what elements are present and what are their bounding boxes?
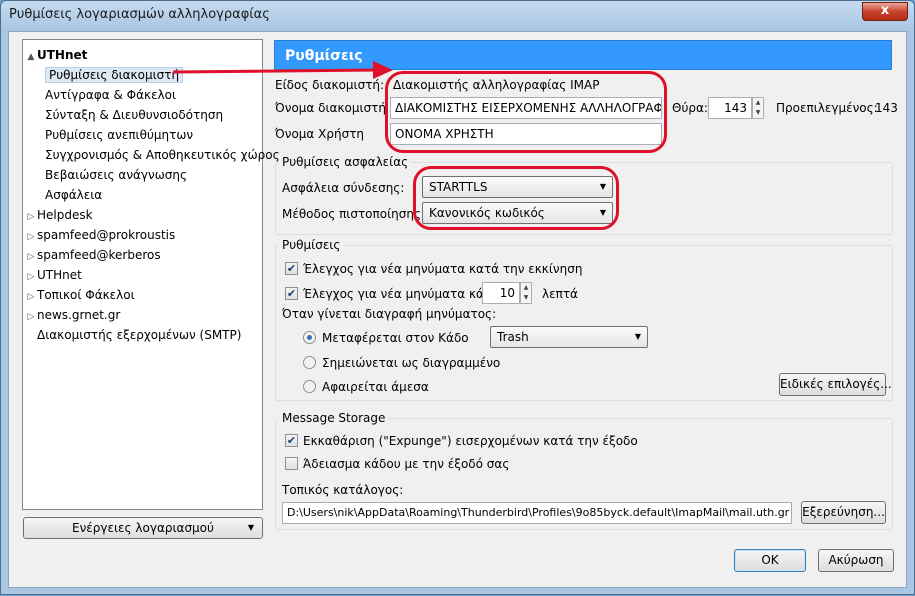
- local-directory-field[interactable]: D:\Users\nik\AppData\Roaming\Thunderbird…: [282, 502, 792, 524]
- tree-item[interactable]: Ασφάλεια: [45, 185, 102, 205]
- expand-icon[interactable]: ▷: [25, 307, 37, 327]
- mark-deleted-radio[interactable]: [303, 356, 316, 369]
- minutes-field[interactable]: 10: [482, 282, 520, 304]
- tree-item[interactable]: Διακομιστής εξερχομένων (SMTP): [25, 325, 241, 345]
- cancel-button[interactable]: Ακύρωση: [818, 549, 894, 572]
- account-actions-button[interactable]: Ενέργειες λογαριασμού ▼: [23, 517, 263, 539]
- tree-item[interactable]: ▲ UTHnet: [25, 45, 88, 67]
- window-title: Ρυθμίσεις λογαριασμών αλληλογραφίας: [9, 7, 270, 22]
- expand-icon[interactable]: ▷: [25, 227, 37, 247]
- username-label: Όνομα Χρήστη: [275, 127, 365, 141]
- tree-item[interactable]: Ρυθμίσεις ανεπιθύμητων: [45, 125, 193, 145]
- move-trash-radio[interactable]: [303, 331, 316, 344]
- expand-icon[interactable]: ▷: [25, 247, 37, 267]
- tree-item[interactable]: ▷ Helpdesk: [25, 205, 93, 225]
- tree-item[interactable]: ▷ spamfeed@kerberos: [25, 245, 161, 265]
- default-port-label: Προεπιλεγμένος:: [776, 101, 878, 115]
- port-stepper[interactable]: ▲ ▼: [752, 97, 764, 119]
- port-label: Θύρα:: [672, 101, 708, 115]
- tree-item-label: Αντίγραφα & Φάκελοι: [45, 88, 177, 102]
- tree-item-label: Ρυθμίσεις ανεπιθύμητων: [45, 128, 194, 142]
- tree-item-label: Helpdesk: [37, 208, 93, 222]
- server-type-label: Είδος διακομιστή:: [275, 78, 385, 92]
- spin-down-icon[interactable]: ▼: [521, 293, 531, 303]
- check-startup-label[interactable]: Έλεγχος για νέα μηνύματα κατά την εκκίνη…: [303, 262, 582, 276]
- check-startup-checkbox[interactable]: ✔: [285, 262, 298, 275]
- minutes-unit-label: λεπτά: [542, 287, 578, 301]
- tree-item-label: spamfeed@prokroustis: [37, 228, 176, 242]
- browse-button[interactable]: Εξερεύνηση...: [801, 501, 886, 524]
- minutes-stepper[interactable]: ▲ ▼: [520, 282, 532, 304]
- local-directory-label: Τοπικός κατάλογος:: [282, 483, 404, 497]
- remove-immediately-radio[interactable]: [303, 380, 316, 393]
- tree-item-label: news.grnet.gr: [37, 308, 121, 322]
- tree-item[interactable]: Βεβαιώσεις ανάγνωσης: [45, 165, 187, 185]
- tree-item-label: Βεβαιώσεις ανάγνωσης: [45, 168, 188, 182]
- trash-folder-value: Trash: [497, 330, 529, 344]
- tree-item[interactable]: Συγχρονισμός & Αποθηκευτικός χώρος: [45, 145, 280, 165]
- remove-immediately-label[interactable]: Αφαιρείται άμεσα: [322, 380, 429, 394]
- expand-icon[interactable]: ▷: [25, 287, 37, 307]
- empty-trash-checkbox[interactable]: [285, 457, 298, 470]
- account-tree[interactable]: ▲ UTHnet Ρυθμίσεις διακομιστή Αντίγραφα & Φ…: [22, 39, 280, 510]
- tree-item-label: spamfeed@kerberos: [37, 248, 161, 262]
- on-delete-label: Όταν γίνεται διαγραφή μηνύματος:: [282, 307, 497, 321]
- tree-item[interactable]: ▷ news.grnet.gr: [25, 305, 121, 327]
- advanced-button[interactable]: Ειδικές επιλογές...: [779, 373, 892, 396]
- tree-item[interactable]: ▷ UTHnet: [25, 265, 82, 285]
- tree-item[interactable]: Σύνταξη & Διευθυνσιοδότηση: [45, 105, 223, 125]
- close-button[interactable]: x: [862, 2, 908, 21]
- ok-button[interactable]: OK: [734, 549, 806, 572]
- expunge-checkbox[interactable]: ✔: [285, 434, 298, 447]
- connection-security-label: Ασφάλεια σύνδεσης:: [282, 181, 405, 195]
- security-group-title: Ρυθμίσεις ασφαλείας: [279, 155, 412, 169]
- tree-item[interactable]: Ρυθμίσεις διακομιστή: [45, 65, 184, 85]
- port-field[interactable]: 143: [708, 97, 752, 119]
- tree-item-label: Σύνταξη & Διευθυνσιοδότηση: [45, 108, 224, 122]
- message-storage-title: Message Storage: [279, 411, 389, 425]
- tree-item[interactable]: ▷ spamfeed@prokroustis: [25, 225, 176, 247]
- tree-item-label: Ρυθμίσεις διακομιστή: [45, 67, 184, 83]
- empty-trash-label[interactable]: Άδειασμα κάδου με την έξοδό σας: [303, 457, 509, 471]
- spin-down-icon[interactable]: ▼: [753, 108, 763, 118]
- settings-group-title: Ρυθμίσεις: [279, 238, 344, 252]
- check-every-checkbox[interactable]: ✔: [285, 287, 298, 300]
- tree-item-label: Ασφάλεια: [45, 188, 103, 202]
- tree-item-label: Συγχρονισμός & Αποθηκευτικός χώρος: [45, 148, 280, 162]
- server-name-label: Όνομα διακομιστή :: [275, 101, 394, 115]
- collapse-icon[interactable]: ▲: [25, 47, 37, 67]
- chevron-down-icon: ▼: [247, 523, 254, 532]
- check-every-label[interactable]: Έλεγχος για νέα μηνύματα κάθε: [303, 287, 498, 301]
- tree-item[interactable]: Αντίγραφα & Φάκελοι: [45, 85, 176, 105]
- annotation-oval-server: [385, 71, 667, 153]
- mark-deleted-label[interactable]: Σημειώνεται ως διαγραμμένο: [322, 356, 500, 370]
- expand-icon[interactable]: ▷: [25, 267, 37, 287]
- page-title: Ρυθμίσεις: [274, 40, 892, 70]
- title-bar[interactable]: Ρυθμίσεις λογαριασμών αλληλογραφίας x: [1, 1, 914, 31]
- tree-item-label: Τοπικοί Φάκελοι: [37, 288, 135, 302]
- auth-method-label: Μέθοδος πιστοποίησης:: [282, 207, 426, 221]
- spin-up-icon[interactable]: ▲: [753, 98, 763, 108]
- move-trash-label[interactable]: Μεταφέρεται στον Κάδο: [322, 331, 469, 345]
- dialog-window: Ρυθμίσεις λογαριασμών αλληλογραφίας x ▲ U…: [0, 0, 915, 595]
- account-actions-label: Ενέργειες λογαριασμού: [72, 521, 214, 535]
- tree-item[interactable]: ▷ Τοπικοί Φάκελοι: [25, 285, 135, 305]
- default-port-value: 143: [875, 101, 898, 115]
- expunge-label[interactable]: Εκκαθάριση ("Expunge") εισερχομένων κατά…: [303, 434, 638, 448]
- tree-item-label: Διακομιστής εξερχομένων (SMTP): [37, 328, 242, 342]
- spin-up-icon[interactable]: ▲: [521, 283, 531, 293]
- chevron-down-icon: ▼: [634, 332, 641, 341]
- trash-folder-select[interactable]: Trash ▼: [490, 326, 648, 348]
- tree-item-label: UTHnet: [37, 48, 88, 62]
- tree-item-label: UTHnet: [37, 268, 82, 282]
- annotation-oval-security: [413, 166, 619, 230]
- expand-icon[interactable]: ▷: [25, 207, 37, 227]
